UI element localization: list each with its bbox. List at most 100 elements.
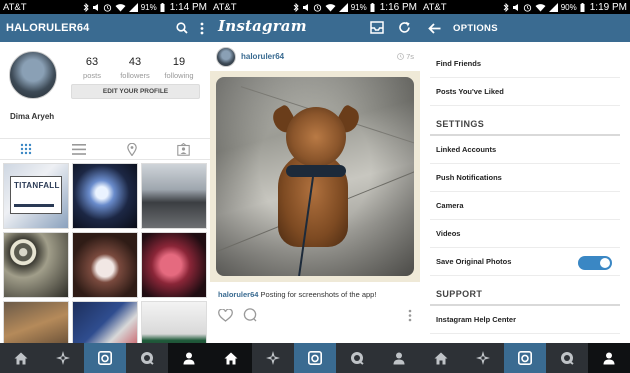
- post-age: 7s: [406, 52, 414, 61]
- stat-followers[interactable]: 43 followers: [113, 56, 157, 80]
- feed-app-bar: Instagram: [210, 14, 420, 42]
- comment-icon[interactable]: [243, 308, 257, 322]
- camera-icon: [308, 351, 322, 365]
- options-app-bar: OPTIONS: [420, 14, 630, 42]
- photo-thumbnail[interactable]: [72, 163, 138, 229]
- overflow-menu-icon[interactable]: [200, 22, 204, 35]
- bluetooth-icon: [83, 2, 89, 12]
- camera-icon: [518, 351, 532, 365]
- nav-camera[interactable]: [294, 343, 336, 373]
- option-push-notifications[interactable]: Push Notifications: [430, 164, 620, 192]
- clock-icon: [397, 53, 404, 60]
- caption-username[interactable]: haloruler64: [218, 290, 258, 299]
- stat-posts[interactable]: 63 posts: [70, 56, 114, 80]
- profile-icon: [603, 352, 615, 364]
- explore-icon: [56, 351, 70, 365]
- nav-news[interactable]: [336, 343, 378, 373]
- option-videos[interactable]: Videos: [430, 220, 620, 248]
- battery-icon: [370, 2, 375, 12]
- signal-icon: [338, 2, 348, 12]
- profile-username-title: HALORULER64: [6, 22, 90, 34]
- post-timestamp: 7s: [397, 52, 414, 61]
- option-linked-accounts[interactable]: Linked Accounts: [430, 136, 620, 164]
- profile-view-tabs: [0, 138, 210, 160]
- settings-section-heading: SETTINGS: [430, 106, 620, 136]
- explore-icon: [266, 351, 280, 365]
- toggle-knob: [600, 258, 610, 268]
- post-image: [216, 77, 414, 276]
- avatar[interactable]: [216, 46, 236, 67]
- photo-thumbnail[interactable]: TITANFALL: [3, 163, 69, 229]
- post-username[interactable]: haloruler64: [241, 52, 284, 61]
- nav-profile[interactable]: [378, 343, 420, 373]
- post-photo[interactable]: [210, 71, 420, 282]
- profile-icon: [183, 352, 195, 364]
- stat-following[interactable]: 19 following: [157, 56, 201, 80]
- option-save-original-photos[interactable]: Save Original Photos: [430, 248, 620, 276]
- edit-profile-button[interactable]: EDIT YOUR PROFILE: [71, 84, 200, 99]
- option-help-center[interactable]: Instagram Help Center: [430, 306, 620, 334]
- nav-camera[interactable]: [84, 343, 126, 373]
- stat-value: 19: [172, 56, 186, 68]
- nav-explore[interactable]: [252, 343, 294, 373]
- inbox-icon[interactable]: [370, 21, 384, 34]
- bluetooth-icon: [503, 2, 509, 12]
- nav-news[interactable]: [126, 343, 168, 373]
- post-header: haloruler64 7s: [210, 42, 420, 72]
- grid-view-icon[interactable]: [20, 143, 32, 155]
- clock: 1:16 PM: [379, 1, 417, 13]
- save-original-toggle[interactable]: [578, 256, 612, 270]
- stat-label: following: [164, 71, 194, 80]
- clock: 1:14 PM: [169, 1, 207, 13]
- nav-home[interactable]: [210, 343, 252, 373]
- profile-display-name: Dima Aryeh: [10, 112, 55, 121]
- news-icon: [561, 352, 574, 365]
- nav-home[interactable]: [0, 343, 42, 373]
- profile-icon: [393, 352, 405, 364]
- home-icon: [14, 352, 28, 364]
- stat-label: posts: [83, 71, 101, 80]
- nav-profile[interactable]: [588, 343, 630, 373]
- search-icon[interactable]: [176, 22, 188, 34]
- home-icon: [224, 352, 238, 364]
- profile-header: 63 posts 43 followers 19 following EDIT …: [0, 42, 210, 138]
- battery-percent: 91%: [140, 2, 157, 12]
- back-arrow-icon[interactable]: [428, 22, 441, 34]
- list-view-icon[interactable]: [72, 143, 87, 155]
- wifi-icon: [325, 3, 336, 11]
- photo-thumbnail[interactable]: [72, 232, 138, 298]
- map-pin-icon[interactable]: [126, 142, 137, 156]
- nav-explore[interactable]: [462, 343, 504, 373]
- instagram-logo: Instagram: [218, 17, 307, 35]
- photo-grid: TITANFALL: [0, 160, 210, 367]
- camera-icon: [98, 351, 112, 365]
- home-icon: [434, 352, 448, 364]
- option-find-friends[interactable]: Find Friends: [430, 50, 620, 78]
- refresh-icon[interactable]: [398, 21, 411, 34]
- news-icon: [141, 352, 154, 365]
- phone-options: AT&T 90% 1:19 PM OPTIONS Find Friends Po…: [420, 0, 630, 373]
- option-camera[interactable]: Camera: [430, 192, 620, 220]
- tagged-photos-icon[interactable]: [177, 142, 190, 156]
- mute-icon: [512, 3, 518, 11]
- nav-news[interactable]: [546, 343, 588, 373]
- options-list: Find Friends Posts You've Liked SETTINGS…: [420, 50, 630, 334]
- photo-thumbnail[interactable]: [141, 232, 207, 298]
- option-label: Save Original Photos: [436, 257, 512, 266]
- alarm-icon: [523, 3, 531, 12]
- like-heart-icon[interactable]: [218, 308, 233, 322]
- carrier-label: AT&T: [213, 1, 237, 13]
- nav-profile[interactable]: [168, 343, 210, 373]
- stat-value: 63: [85, 56, 99, 68]
- option-posts-liked[interactable]: Posts You've Liked: [430, 78, 620, 106]
- alarm-icon: [313, 3, 321, 12]
- nav-home[interactable]: [420, 343, 462, 373]
- photo-thumbnail[interactable]: [3, 232, 69, 298]
- nav-explore[interactable]: [42, 343, 84, 373]
- avatar[interactable]: [9, 51, 57, 99]
- photo-thumbnail[interactable]: [141, 163, 207, 229]
- mute-icon: [302, 3, 308, 11]
- post-options-icon[interactable]: [408, 309, 412, 322]
- nav-camera[interactable]: [504, 343, 546, 373]
- post-caption: haloruler64 Posting for screenshots of t…: [218, 290, 376, 299]
